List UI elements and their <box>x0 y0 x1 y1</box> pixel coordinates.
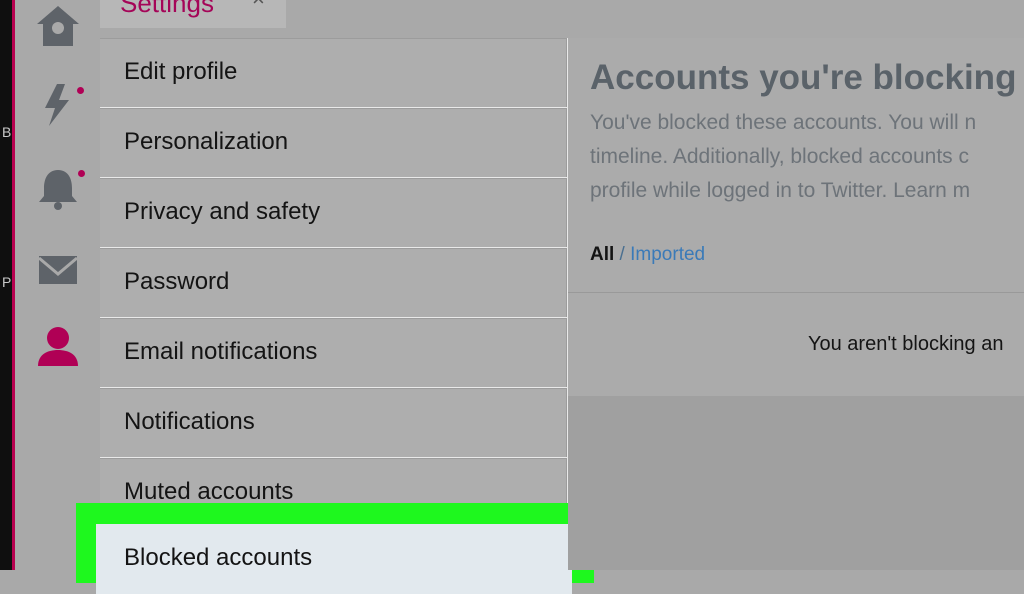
menu-item-label: Blocked accounts <box>124 544 313 571</box>
profile-icon[interactable] <box>35 324 81 370</box>
filter-links: All / Imported <box>590 244 705 266</box>
description-line: You've blocked these accounts. You will … <box>590 111 977 134</box>
filter-imported-link[interactable]: Imported <box>630 244 705 265</box>
mail-icon[interactable] <box>35 248 81 294</box>
menu-item-label: Personalization <box>124 128 289 155</box>
content-header: Accounts you're blocking You've blocked … <box>568 38 1024 293</box>
filter-all[interactable]: All <box>590 244 614 265</box>
menu-item-email-notifications[interactable]: Email notifications <box>100 318 567 387</box>
filter-separator: / <box>614 244 631 265</box>
menu-item-label: Email notifications <box>124 338 318 365</box>
menu-item-label: Edit profile <box>124 58 238 85</box>
menu-item-personalization[interactable]: Personalization <box>100 108 567 177</box>
description-line: timeline. Additionally, blocked accounts… <box>590 145 969 168</box>
page-title: Accounts you're blocking <box>590 58 1017 97</box>
edge-char: B <box>2 124 12 140</box>
menu-item-label: Password <box>124 268 230 295</box>
menu-item-label: Privacy and safety <box>124 198 321 225</box>
menu-item-label: Muted accounts <box>124 478 294 505</box>
edge-char: P <box>2 274 12 290</box>
bell-icon[interactable] <box>35 166 81 212</box>
page-description: You've blocked these accounts. You will … <box>590 106 976 208</box>
description-line: profile while logged in to Twitter. Lear… <box>590 179 971 202</box>
tab-label: Settings <box>120 0 214 18</box>
menu-item-label: Notifications <box>124 408 255 435</box>
content-panel: Accounts you're blocking You've blocked … <box>568 38 1024 570</box>
menu-item-edit-profile[interactable]: Edit profile <box>100 38 567 107</box>
lightning-icon[interactable] <box>35 82 81 128</box>
home-icon[interactable] <box>35 4 81 50</box>
menu-item-privacy-and-safety[interactable]: Privacy and safety <box>100 178 567 247</box>
menu-item-blocked-accounts[interactable]: Blocked accounts <box>96 524 572 594</box>
empty-state: You aren't blocking an <box>568 293 1024 396</box>
settings-menu: Edit profile Personalization Privacy and… <box>100 38 568 570</box>
menu-item-notifications[interactable]: Notifications <box>100 388 567 457</box>
menu-item-password[interactable]: Password <box>100 248 567 317</box>
settings-tab[interactable]: Settings × <box>100 0 286 28</box>
close-icon[interactable]: × <box>252 0 265 12</box>
notification-dot <box>78 170 85 177</box>
notification-dot <box>77 87 84 94</box>
empty-state-text: You aren't blocking an <box>808 333 1004 355</box>
window-left-edge: B P <box>0 0 15 570</box>
nav-rail <box>15 0 100 570</box>
highlight-box: Blocked accounts <box>76 503 594 594</box>
